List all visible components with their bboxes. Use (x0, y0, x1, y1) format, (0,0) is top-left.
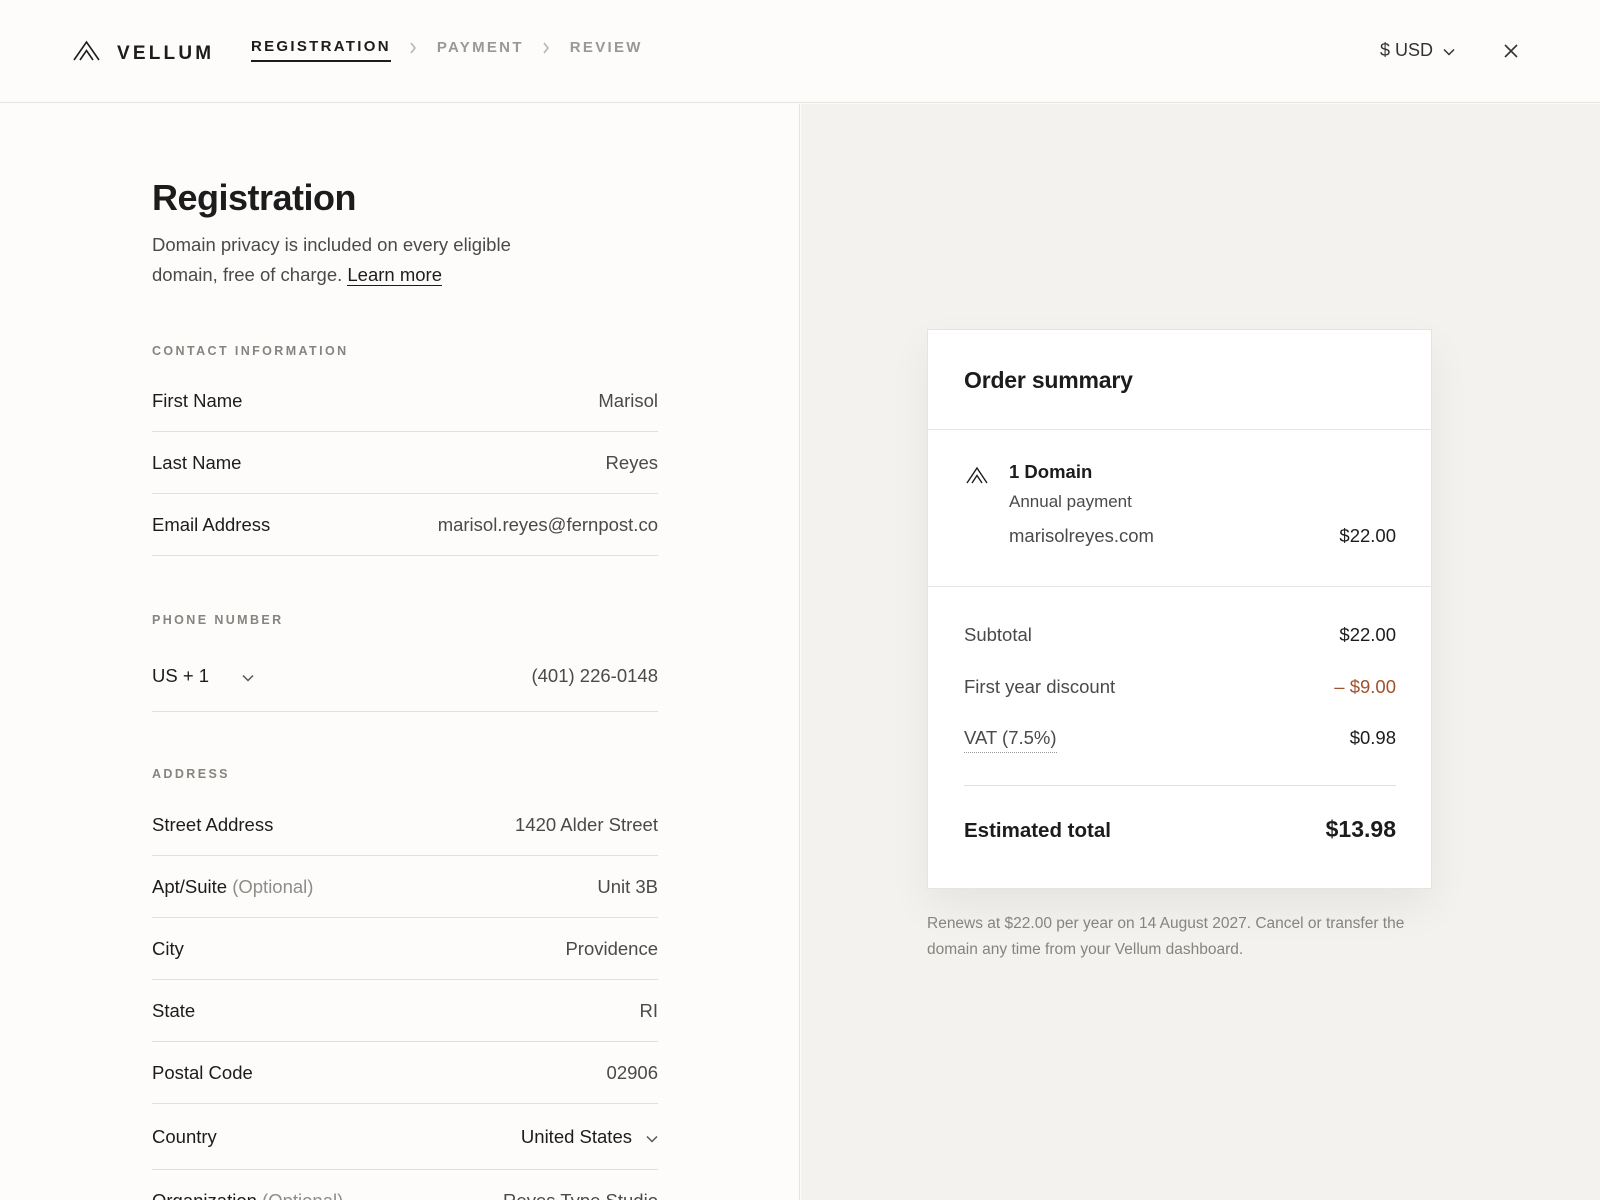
last-name-value[interactable]: Reyes (606, 452, 658, 474)
order-summary-panel: Order summary 1 Domain Annual payment ma… (801, 104, 1600, 1200)
checkout-steps: REGISTRATION PAYMENT REVIEW (251, 38, 643, 62)
renewal-note: Renews at $22.00 per year on 14 August 2… (927, 915, 1405, 958)
last-name-field[interactable]: Last Name Reyes (152, 432, 658, 494)
currency-selector[interactable]: $ USD (1380, 40, 1455, 61)
discount-label: First year discount (964, 676, 1116, 697)
domain-icon (966, 466, 988, 489)
city-label: City (152, 937, 184, 959)
step-review[interactable]: REVIEW (570, 39, 643, 61)
email-field[interactable]: Email Address marisol.reyes@fernpost.co (152, 494, 658, 556)
country-label: Country (152, 1125, 217, 1147)
item-billing: Annual payment (1009, 492, 1132, 511)
learn-more-link[interactable]: Learn more (347, 264, 442, 286)
first-name-label: First Name (152, 389, 243, 411)
step-registration[interactable]: REGISTRATION (251, 38, 391, 62)
page-title: Registration (152, 177, 357, 218)
intro-text: Domain privacy is included on every elig… (152, 234, 511, 285)
vat-label[interactable]: VAT (7.5%) (964, 727, 1057, 753)
discount-line: First year discount – $9.00 (964, 676, 1396, 698)
country-value: United States (520, 1125, 632, 1147)
postal-value[interactable]: 02906 (607, 1062, 658, 1084)
privacy-intro: Domain privacy is included on every elig… (152, 230, 572, 290)
registration-form: Registration Domain privacy is included … (0, 104, 800, 1200)
country-code-value: US + 1 (152, 664, 210, 686)
postal-code-field[interactable]: Postal Code 02906 (152, 1042, 658, 1104)
discount-value: – $9.00 (1334, 676, 1396, 697)
chevron-down-icon (1433, 40, 1455, 61)
vat-line: VAT (7.5%) $0.98 (964, 727, 1396, 753)
postal-label: Postal Code (152, 1061, 253, 1083)
last-name-label: Last Name (152, 451, 242, 473)
item-name: 1 Domain (1009, 461, 1093, 482)
step-payment[interactable]: PAYMENT (437, 39, 524, 61)
subtotal-label: Subtotal (964, 624, 1032, 645)
section-phone: PHONE NUMBER (152, 613, 284, 627)
phone-field[interactable]: US + 1 (401) 226-0148 (152, 640, 658, 712)
chevron-right-icon (409, 41, 419, 55)
brand-name: VELLUM (117, 42, 215, 64)
item-domain: marisolreyes.com (1009, 525, 1154, 546)
order-summary-card: Order summary 1 Domain Annual payment ma… (927, 329, 1432, 889)
chevron-down-icon (209, 665, 254, 687)
state-label: State (152, 999, 196, 1021)
first-name-field[interactable]: First Name Marisol (152, 370, 658, 432)
email-label: Email Address (152, 513, 271, 535)
phone-number-value[interactable]: (401) 226-0148 (531, 665, 658, 687)
city-field[interactable]: City Providence (152, 918, 658, 980)
state-value[interactable]: RI (640, 1000, 659, 1022)
organization-field[interactable]: Organization (Optional) Reyes Type Studi… (152, 1170, 658, 1200)
country-code-select[interactable]: US + 1 (152, 665, 254, 687)
email-value[interactable]: marisol.reyes@fernpost.co (438, 514, 658, 536)
divider (928, 586, 1431, 587)
state-field[interactable]: State RI (152, 980, 658, 1042)
order-summary-title: Order summary (964, 367, 1133, 393)
street-value[interactable]: 1420 Alder Street (515, 814, 658, 836)
first-name-value[interactable]: Marisol (598, 390, 658, 412)
brand-logo[interactable]: VELLUM (73, 40, 214, 67)
vat-value: $0.98 (1349, 727, 1396, 748)
total-value: $13.98 (1325, 816, 1396, 842)
optional-hint: (Optional) (232, 875, 314, 897)
close-icon[interactable] (1502, 42, 1520, 60)
vellum-mountain-logo-icon (73, 40, 100, 67)
country-select[interactable]: United States (521, 1126, 658, 1148)
total-label: Estimated total (964, 819, 1111, 842)
subtotal-value: $22.00 (1339, 624, 1396, 645)
apt-value[interactable]: Unit 3B (597, 876, 658, 898)
city-value[interactable]: Providence (565, 938, 658, 960)
divider (928, 429, 1431, 430)
estimated-total-line: Estimated total $13.98 (964, 816, 1396, 843)
country-field[interactable]: Country United States (152, 1104, 658, 1170)
chevron-right-icon (542, 41, 552, 55)
item-price: $22.00 (1339, 525, 1396, 546)
currency-value: $ USD (1380, 40, 1434, 60)
apt-suite-field[interactable]: Apt/Suite (Optional) Unit 3B (152, 856, 658, 918)
section-address: ADDRESS (152, 767, 230, 781)
street-address-field[interactable]: Street Address 1420 Alder Street (152, 794, 658, 856)
street-label: Street Address (152, 813, 274, 835)
section-contact: CONTACT INFORMATION (152, 344, 349, 358)
subtotal-line: Subtotal $22.00 (964, 624, 1396, 646)
checkout-header: VELLUM REGISTRATION PAYMENT REVIEW $ USD (0, 0, 1600, 103)
organization-value[interactable]: Reyes Type Studio (503, 1190, 658, 1200)
organization-label: Organization (Optional) (152, 1190, 343, 1200)
apt-label: Apt/Suite (Optional) (152, 875, 314, 897)
divider (964, 785, 1396, 786)
optional-hint: (Optional) (262, 1189, 344, 1200)
chevron-down-icon (632, 1126, 658, 1148)
